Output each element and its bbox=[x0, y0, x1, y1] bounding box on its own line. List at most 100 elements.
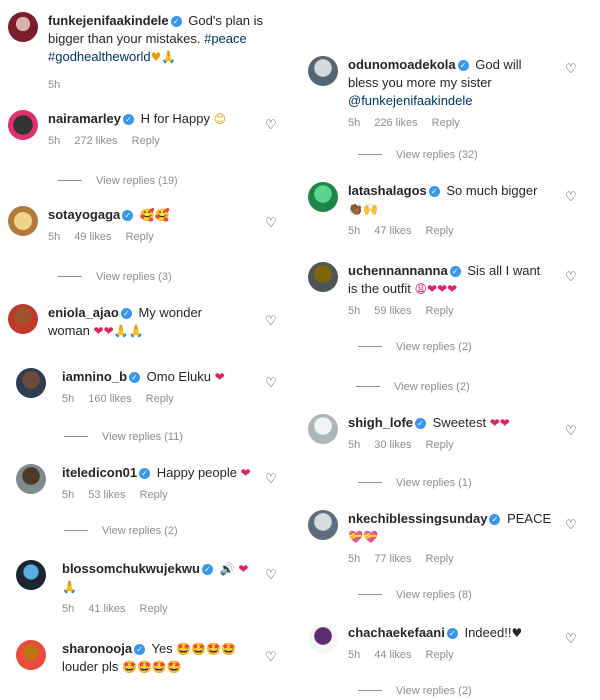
like-heart-icon[interactable]: ♡ bbox=[565, 190, 578, 203]
reply-button[interactable]: Reply bbox=[426, 649, 454, 661]
like-heart-icon[interactable]: ♡ bbox=[565, 632, 578, 645]
reply-button[interactable]: Reply bbox=[426, 225, 454, 237]
verified-badge-icon: ✓ bbox=[489, 514, 501, 525]
avatar[interactable] bbox=[308, 182, 338, 212]
comment-username[interactable]: latashalagos bbox=[348, 183, 427, 198]
comment-likes[interactable]: 41 likes bbox=[88, 603, 125, 615]
comment-username[interactable]: uchennannanna bbox=[348, 263, 448, 278]
view-replies-label: View replies (2) bbox=[396, 341, 472, 353]
comment-likes[interactable]: 160 likes bbox=[88, 393, 131, 405]
comment-username[interactable]: nairamarley bbox=[48, 111, 121, 126]
view-replies-button[interactable]: View replies (1) bbox=[358, 476, 472, 490]
avatar[interactable] bbox=[8, 304, 38, 334]
comment-meta: 5h 160 likes Reply bbox=[62, 392, 267, 406]
comment-likes[interactable]: 49 likes bbox=[74, 231, 111, 243]
view-replies-button[interactable]: View replies (2) bbox=[358, 340, 472, 354]
comment-text: Indeed!! bbox=[464, 625, 512, 640]
view-replies-button[interactable]: View replies (2) bbox=[356, 380, 470, 394]
like-heart-icon[interactable]: ♡ bbox=[565, 518, 578, 531]
like-heart-icon[interactable]: ♡ bbox=[265, 314, 278, 327]
comment-time: 5h bbox=[62, 393, 75, 405]
comment-likes[interactable]: 30 likes bbox=[374, 439, 411, 451]
comment-meta: 5h 44 likes Reply bbox=[348, 648, 548, 662]
avatar[interactable] bbox=[308, 262, 338, 292]
reply-button[interactable]: Reply bbox=[432, 117, 460, 129]
comment-text: Yes bbox=[151, 641, 173, 656]
verified-badge-icon: ✓ bbox=[129, 372, 141, 383]
comment-username[interactable]: sotayogaga bbox=[48, 207, 120, 222]
view-replies-label: View replies (2) bbox=[394, 381, 470, 393]
verified-badge-icon: ✓ bbox=[446, 628, 458, 639]
comment-username[interactable]: sharonooja bbox=[62, 641, 132, 656]
replies-dash bbox=[58, 180, 82, 181]
like-heart-icon[interactable]: ♡ bbox=[265, 376, 278, 389]
view-replies-button[interactable]: View replies (19) bbox=[58, 174, 178, 188]
hashtag-peace[interactable]: #peace bbox=[204, 31, 247, 46]
reply-button[interactable]: Reply bbox=[126, 231, 154, 243]
comment-username[interactable]: chachaekefaani bbox=[348, 625, 445, 640]
view-replies-button[interactable]: View replies (2) bbox=[64, 524, 178, 538]
avatar[interactable] bbox=[308, 414, 338, 444]
reply-button[interactable]: Reply bbox=[426, 305, 454, 317]
avatar[interactable] bbox=[308, 56, 338, 86]
view-replies-button[interactable]: View replies (11) bbox=[64, 430, 183, 444]
comment-meta: 5h 41 likes Reply bbox=[62, 602, 252, 616]
like-heart-icon[interactable]: ♡ bbox=[265, 118, 278, 131]
like-heart-icon[interactable]: ♡ bbox=[265, 650, 278, 663]
reply-button[interactable]: Reply bbox=[140, 489, 168, 501]
comment-emoji: ❤❤🙏🙏 bbox=[93, 324, 144, 338]
view-replies-button[interactable]: View replies (3) bbox=[58, 270, 172, 284]
like-heart-icon[interactable]: ♡ bbox=[265, 216, 278, 229]
reply-button[interactable]: Reply bbox=[426, 439, 454, 451]
comment-likes[interactable]: 272 likes bbox=[74, 135, 117, 147]
view-replies-button[interactable]: View replies (2) bbox=[358, 684, 472, 698]
avatar[interactable] bbox=[16, 368, 46, 398]
comment-likes[interactable]: 77 likes bbox=[374, 553, 411, 565]
like-heart-icon[interactable]: ♡ bbox=[265, 472, 278, 485]
comment-username[interactable]: nkechiblessingsunday bbox=[348, 511, 487, 526]
replies-dash bbox=[64, 530, 88, 531]
comment-emoji: ❤❤ bbox=[489, 416, 510, 430]
view-replies-label: View replies (19) bbox=[96, 175, 178, 187]
comment-likes[interactable]: 226 likes bbox=[374, 117, 417, 129]
reply-button[interactable]: Reply bbox=[140, 603, 168, 615]
avatar[interactable] bbox=[16, 640, 46, 670]
comment-likes[interactable]: 47 likes bbox=[374, 225, 411, 237]
comment-text-2: louder pls bbox=[62, 659, 119, 674]
caption-username[interactable]: funkejenifaakindele bbox=[48, 13, 169, 28]
avatar[interactable] bbox=[308, 624, 338, 654]
view-replies-label: View replies (32) bbox=[396, 149, 478, 161]
comment-mention[interactable]: @funkejenifaakindele bbox=[348, 93, 473, 108]
comment-likes[interactable]: 44 likes bbox=[374, 649, 411, 661]
comment-username[interactable]: blossomchukwujekwu bbox=[62, 561, 200, 576]
comment-likes[interactable]: 59 likes bbox=[374, 305, 411, 317]
avatar[interactable] bbox=[308, 510, 338, 540]
caption-meta: 5h bbox=[48, 78, 298, 92]
comment-username[interactable]: iamnino_b bbox=[62, 369, 127, 384]
hashtag-godhealtheworld[interactable]: #godhealtheworld bbox=[48, 49, 151, 64]
avatar[interactable] bbox=[8, 206, 38, 236]
avatar[interactable] bbox=[16, 560, 46, 590]
like-heart-icon[interactable]: ♡ bbox=[565, 270, 578, 283]
comment-meta: 5h 47 likes Reply bbox=[348, 224, 548, 238]
avatar[interactable] bbox=[8, 12, 38, 42]
comment-username[interactable]: shigh_lofe bbox=[348, 415, 413, 430]
reply-button[interactable]: Reply bbox=[132, 135, 160, 147]
view-replies-button[interactable]: View replies (8) bbox=[358, 588, 472, 602]
comment-username[interactable]: eniola_ajao bbox=[48, 305, 119, 320]
avatar[interactable] bbox=[16, 464, 46, 494]
reply-button[interactable]: Reply bbox=[146, 393, 174, 405]
comment-likes[interactable]: 53 likes bbox=[88, 489, 125, 501]
reply-button[interactable]: Reply bbox=[426, 553, 454, 565]
avatar[interactable] bbox=[8, 110, 38, 140]
like-heart-icon[interactable]: ♡ bbox=[265, 568, 278, 581]
comment-emoji: ❤ bbox=[240, 466, 251, 480]
replies-dash bbox=[358, 482, 382, 483]
replies-dash bbox=[358, 154, 382, 155]
comment-meta: 5h 49 likes Reply bbox=[48, 230, 253, 244]
view-replies-button[interactable]: View replies (32) bbox=[358, 148, 478, 162]
like-heart-icon[interactable]: ♡ bbox=[565, 424, 578, 437]
like-heart-icon[interactable]: ♡ bbox=[565, 62, 578, 75]
comment-username[interactable]: odunomoadekola bbox=[348, 57, 456, 72]
comment-username[interactable]: iteledicon01 bbox=[62, 465, 137, 480]
